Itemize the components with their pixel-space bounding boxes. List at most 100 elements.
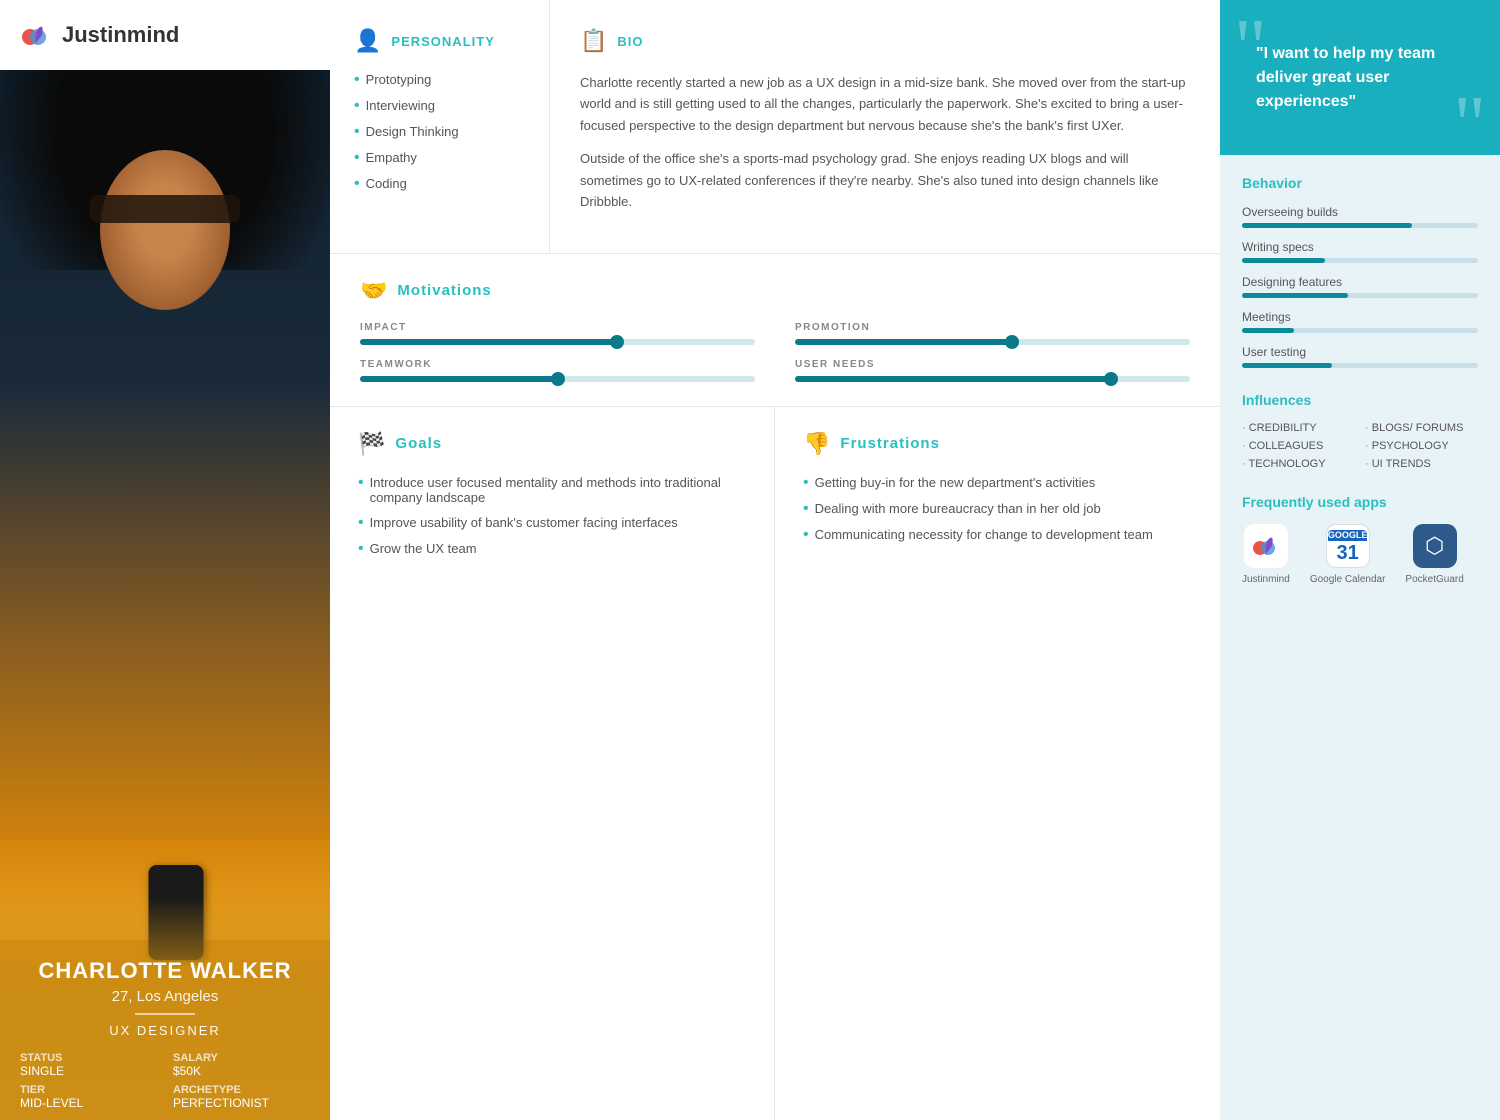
bio-icon: 📋 — [580, 28, 607, 54]
person-stats: STATUS SINGLE SALARY $50K TIER MID-LEVEL… — [20, 1052, 310, 1110]
behavior-label: Designing features — [1242, 275, 1478, 289]
motivation-label: IMPACT — [360, 322, 755, 333]
motivation-item: TEAMWORK — [360, 359, 755, 382]
logo-bar: Justinmind — [0, 0, 330, 70]
stat-salary-label: SALARY — [173, 1052, 310, 1064]
frustrations-title: Frustrations — [840, 435, 940, 452]
stat-status: STATUS SINGLE — [20, 1052, 157, 1078]
right-content: Behavior Overseeing builds Writing specs… — [1220, 155, 1500, 1120]
stat-status-value: SINGLE — [20, 1064, 157, 1078]
stat-tier-value: MID-LEVEL — [20, 1096, 157, 1110]
logo-icon — [18, 17, 54, 53]
quote-text: "I want to help my team deliver great us… — [1248, 42, 1472, 114]
influence-item: UI TRENDS — [1365, 458, 1478, 470]
motivations-section: 🤝 Motivations IMPACT PROMOTION TEAMWORK … — [330, 254, 1220, 407]
goal-item: Introduce user focused mentality and met… — [358, 475, 746, 505]
bio-section: 📋 BIO Charlotte recently started a new j… — [550, 0, 1220, 253]
motivation-fill — [360, 376, 558, 382]
motivations-icon: 🤝 — [360, 278, 387, 304]
behavior-fill — [1242, 328, 1294, 333]
motivation-bar — [795, 339, 1190, 345]
frustrations-icon: 👎 — [803, 431, 830, 457]
photo-area: CHARLOTTE WALKER 27, Los Angeles UX DESI… — [0, 70, 330, 1120]
stat-salary-value: $50K — [173, 1064, 310, 1078]
behavior-bar — [1242, 363, 1478, 368]
personality-item: Design Thinking — [354, 124, 525, 140]
app-label: PocketGuard — [1405, 574, 1463, 585]
stat-archetype: ARCHETYPE PERFECTIONIST — [173, 1084, 310, 1110]
frustration-item: Communicating necessity for change to de… — [803, 527, 1192, 543]
motivation-dot — [610, 335, 624, 349]
frustration-item: Dealing with more bureaucracy than in he… — [803, 501, 1192, 517]
person-name: CHARLOTTE WALKER — [20, 958, 310, 984]
behavior-label: Meetings — [1242, 310, 1478, 324]
stat-salary: SALARY $50K — [173, 1052, 310, 1078]
motivation-fill — [795, 376, 1111, 382]
bottom-sections: 🏁 Goals Introduce user focused mentality… — [330, 407, 1220, 1120]
quote-block: " "I want to help my team deliver great … — [1220, 0, 1500, 155]
stat-archetype-label: ARCHETYPE — [173, 1084, 310, 1096]
personality-item: Empathy — [354, 150, 525, 166]
motivation-fill — [360, 339, 617, 345]
behavior-section: Behavior Overseeing builds Writing specs… — [1242, 175, 1478, 368]
motivation-dot — [1104, 372, 1118, 386]
right-panel: " "I want to help my team deliver great … — [1220, 0, 1500, 1120]
person-info: CHARLOTTE WALKER 27, Los Angeles UX DESI… — [0, 898, 330, 1120]
motivations-title: Motivations — [397, 282, 491, 299]
influence-item: CREDIBILITY — [1242, 422, 1355, 434]
goals-icon: 🏁 — [358, 431, 385, 457]
apps-section: Frequently used apps Justinmind GOOGLE 3… — [1242, 494, 1478, 585]
behavior-label: Writing specs — [1242, 240, 1478, 254]
app-item: GOOGLE 31 Google Calendar — [1310, 524, 1386, 585]
personality-header: 👤 PERSONALITY — [354, 28, 525, 54]
behavior-label: Overseeing builds — [1242, 205, 1478, 219]
personality-item: Coding — [354, 176, 525, 192]
frustrations-section: 👎 Frustrations Getting buy-in for the ne… — [775, 407, 1220, 1120]
motivation-bar — [360, 376, 755, 382]
behavior-item: Meetings — [1242, 310, 1478, 333]
app-icon: GOOGLE 31 — [1326, 524, 1370, 568]
personality-list: PrototypingInterviewingDesign ThinkingEm… — [354, 72, 525, 192]
influence-item: PSYCHOLOGY — [1365, 440, 1478, 452]
logo-text: Justinmind — [62, 22, 179, 48]
motivation-fill — [795, 339, 1012, 345]
influence-item: COLLEAGUES — [1242, 440, 1355, 452]
goals-list: Introduce user focused mentality and met… — [358, 475, 746, 557]
personality-item: Prototyping — [354, 72, 525, 88]
goal-item: Grow the UX team — [358, 541, 746, 557]
motivation-item: PROMOTION — [795, 322, 1190, 345]
stat-tier: TIER MID-LEVEL — [20, 1084, 157, 1110]
behavior-fill — [1242, 258, 1325, 263]
behavior-bars: Overseeing builds Writing specs Designin… — [1242, 205, 1478, 368]
app-label: Justinmind — [1242, 574, 1290, 585]
behavior-bar — [1242, 293, 1478, 298]
frustrations-list: Getting buy-in for the new department's … — [803, 475, 1192, 543]
personality-icon: 👤 — [354, 28, 381, 54]
influence-item: TECHNOLOGY — [1242, 458, 1355, 470]
motivation-item: USER NEEDS — [795, 359, 1190, 382]
motivation-dot — [551, 372, 565, 386]
stat-status-label: STATUS — [20, 1052, 157, 1064]
behavior-bar — [1242, 223, 1478, 228]
stat-archetype-value: PERFECTIONIST — [173, 1096, 310, 1110]
influences-title: Influences — [1242, 392, 1478, 408]
behavior-bar — [1242, 258, 1478, 263]
goals-section: 🏁 Goals Introduce user focused mentality… — [330, 407, 775, 1120]
app-item: Justinmind — [1242, 524, 1290, 585]
middle-panel: 👤 PERSONALITY PrototypingInterviewingDes… — [330, 0, 1220, 1120]
motivation-label: PROMOTION — [795, 322, 1190, 333]
behavior-fill — [1242, 293, 1348, 298]
motivation-label: TEAMWORK — [360, 359, 755, 370]
goal-item: Improve usability of bank's customer fac… — [358, 515, 746, 531]
behavior-title: Behavior — [1242, 175, 1478, 191]
apps-title: Frequently used apps — [1242, 494, 1478, 510]
behavior-item: Designing features — [1242, 275, 1478, 298]
behavior-fill — [1242, 223, 1412, 228]
stat-tier-label: TIER — [20, 1084, 157, 1096]
motivation-dot — [1005, 335, 1019, 349]
bio-para1: Charlotte recently started a new job as … — [580, 72, 1190, 136]
app-icon: ⬡ — [1413, 524, 1457, 568]
behavior-label: User testing — [1242, 345, 1478, 359]
motivation-bar — [360, 339, 755, 345]
apps-grid: Justinmind GOOGLE 31 Google Calendar ⬡ P… — [1242, 524, 1478, 585]
